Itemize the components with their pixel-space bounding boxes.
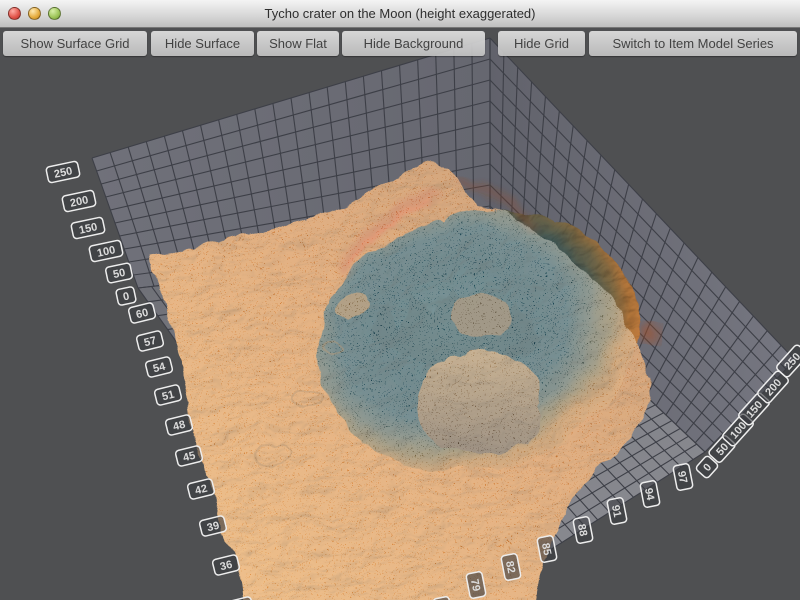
hide-grid-button[interactable]: Hide Grid	[498, 31, 585, 56]
svg-text:85: 85	[539, 542, 553, 556]
show-surface-grid-button[interactable]: Show Surface Grid	[3, 31, 147, 56]
hide-surface-button[interactable]: Hide Surface	[151, 31, 254, 56]
surface-3d-view[interactable]: 2502001501005006057545148454239363376798…	[0, 28, 800, 600]
y_left-tick-label: 0	[116, 286, 137, 305]
svg-text:97: 97	[675, 470, 689, 484]
window-titlebar: Tycho crater on the Moon (height exagger…	[0, 0, 800, 28]
svg-text:79: 79	[468, 578, 482, 592]
svg-text:91: 91	[609, 504, 623, 518]
svg-text:50: 50	[112, 267, 126, 281]
svg-text:82: 82	[503, 560, 517, 574]
window-title: Tycho crater on the Moon (height exagger…	[0, 0, 800, 28]
surface-plot-canvas: 2502001501005006057545148454239363376798…	[0, 28, 800, 600]
hide-background-button[interactable]: Hide Background	[342, 31, 485, 56]
application-window: { "window": { "title": "Tycho crater on …	[0, 0, 800, 600]
svg-text:88: 88	[575, 523, 589, 537]
show-flat-button[interactable]: Show Flat	[257, 31, 339, 56]
switch-series-button[interactable]: Switch to Item Model Series	[589, 31, 797, 56]
right-peak-highlight	[636, 320, 656, 340]
